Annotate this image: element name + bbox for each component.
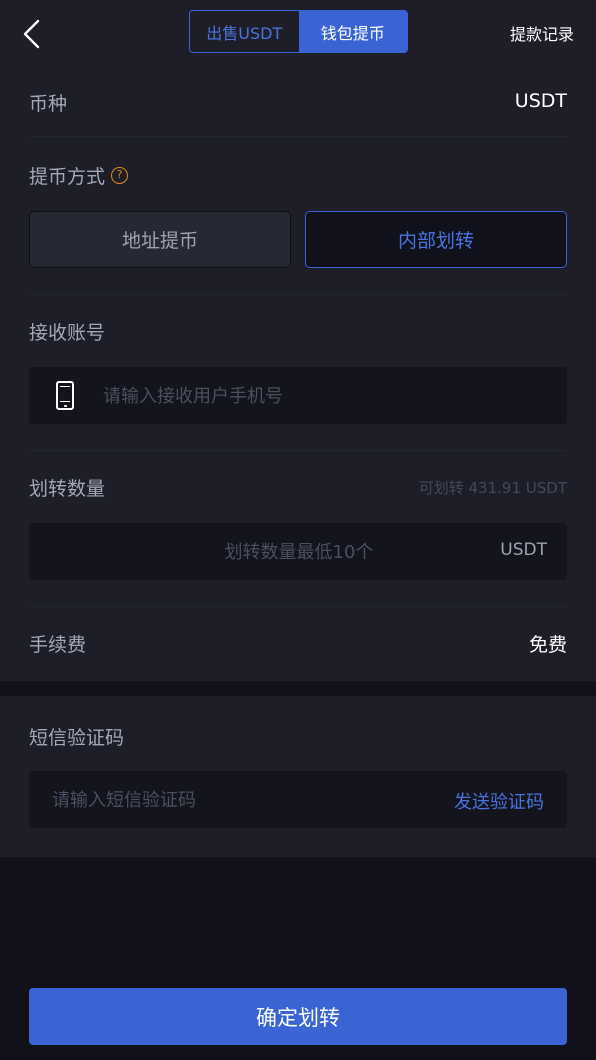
- withdraw-records-link[interactable]: 提款记录: [510, 21, 574, 45]
- amount-field: USDT: [29, 523, 567, 580]
- internal-transfer-button[interactable]: 内部划转: [305, 211, 567, 268]
- confirm-transfer-button[interactable]: 确定划转: [29, 988, 567, 1045]
- available-amount: 可划转 431.91 USDT: [418, 479, 567, 497]
- method-label: 提币方式: [29, 166, 106, 188]
- header-bar: 出售USDT 钱包提币 提款记录: [0, 0, 596, 66]
- sms-field: 发送验证码: [29, 771, 567, 828]
- phone-icon: [56, 381, 74, 410]
- sms-label: 短信验证码: [29, 727, 125, 749]
- address-withdraw-button[interactable]: 地址提币: [29, 211, 291, 268]
- amount-label: 划转数量: [29, 478, 106, 500]
- tab-wallet-withdraw[interactable]: 钱包提币: [298, 11, 407, 52]
- help-icon[interactable]: ?: [111, 167, 129, 184]
- method-label-row: 提币方式?: [29, 162, 129, 189]
- fee-value: 免费: [528, 634, 567, 656]
- fee-label: 手续费: [29, 634, 87, 656]
- receiver-label: 接收账号: [29, 322, 106, 344]
- divider: [29, 294, 567, 295]
- currency-label: 币种: [29, 93, 68, 115]
- divider: [29, 606, 567, 607]
- divider: [29, 136, 567, 137]
- sms-code-input[interactable]: [52, 785, 412, 815]
- receiver-phone-input[interactable]: [103, 381, 543, 411]
- withdraw-page: 出售USDT 钱包提币 提款记录 币种 USDT 提币方式? 地址提币 内部划转…: [0, 0, 596, 1060]
- send-code-button[interactable]: 发送验证码: [454, 788, 544, 814]
- receiver-field: [29, 367, 567, 424]
- back-icon[interactable]: [18, 18, 46, 50]
- tab-sell-usdt[interactable]: 出售USDT: [190, 11, 299, 52]
- currency-value: USDT: [514, 90, 567, 112]
- mode-switch: 出售USDT 钱包提币: [189, 10, 408, 53]
- amount-input[interactable]: [149, 537, 449, 567]
- amount-unit: USDT: [500, 540, 547, 560]
- divider: [29, 450, 567, 451]
